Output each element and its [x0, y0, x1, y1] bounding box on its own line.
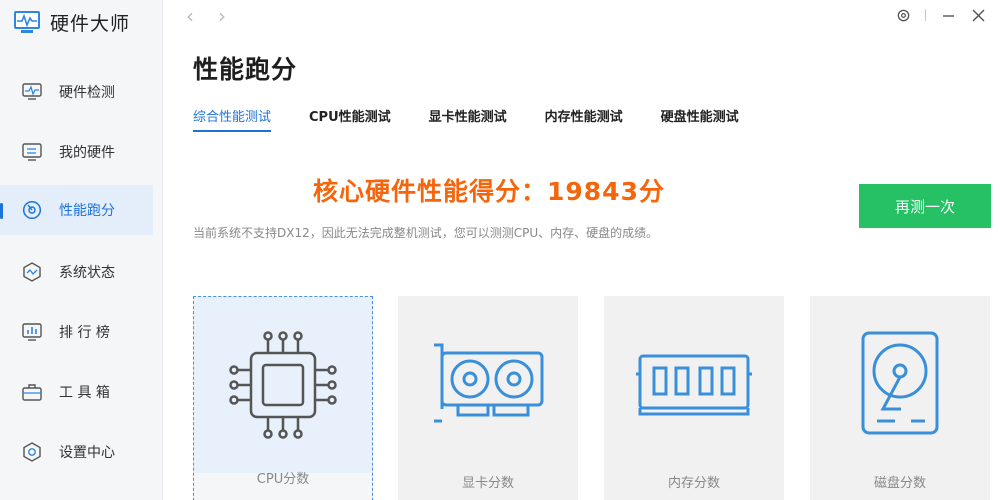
sidebar-item-ranking[interactable]: 排 行 榜 — [0, 307, 153, 357]
brand: 硬件大师 — [12, 4, 130, 40]
memory-stick-icon — [636, 354, 752, 416]
page-title: 性能跑分 — [193, 55, 298, 84]
toolbox-icon — [21, 381, 43, 403]
forward-arrow-icon[interactable]: › — [218, 6, 234, 26]
divider — [925, 9, 926, 21]
sidebar-item-system-status[interactable]: 系统状态 — [0, 247, 153, 297]
sidebar-item-benchmark[interactable]: 性能跑分 — [0, 185, 153, 235]
sidebar-item-label: 设置中心 — [59, 445, 115, 461]
memory-score-card[interactable]: 内存分数 — [604, 296, 784, 500]
minimize-icon[interactable] — [940, 6, 956, 24]
card-label: 显卡分数 — [461, 476, 514, 491]
tab-memory[interactable]: 内存性能测试 — [545, 106, 623, 132]
card-label: 内存分数 — [667, 476, 720, 491]
window-controls — [895, 6, 986, 24]
back-arrow-icon[interactable]: ‹ — [186, 6, 202, 26]
sidebar: 硬件大师 硬件检测 我的硬件 性能跑分 系统状态 排 行 榜 工 具 箱 设置中… — [0, 0, 163, 500]
sidebar-item-my-hardware[interactable]: 我的硬件 — [0, 127, 153, 177]
system-status-icon — [21, 261, 43, 283]
card-label: CPU分数 — [194, 473, 372, 500]
sidebar-item-label: 排 行 榜 — [59, 325, 110, 341]
sidebar-item-label: 我的硬件 — [59, 145, 115, 161]
hard-disk-icon — [861, 331, 939, 435]
sidebar-item-label: 硬件检测 — [59, 85, 115, 101]
tab-overall[interactable]: 综合性能测试 — [193, 106, 272, 132]
history-nav: ‹ › — [186, 6, 234, 26]
app-logo-icon — [14, 11, 40, 33]
retest-button[interactable]: 再测一次 — [859, 184, 991, 228]
graphics-card-icon — [434, 343, 544, 423]
speedometer-icon — [21, 199, 43, 221]
settings-hexagon-icon — [21, 441, 43, 463]
gpu-score-card[interactable]: 显卡分数 — [398, 296, 578, 500]
disk-score-card[interactable]: 磁盘分数 — [810, 296, 990, 500]
ranking-chart-icon — [21, 321, 43, 343]
monitor-pulse-icon — [21, 81, 43, 103]
hardware-list-icon — [21, 141, 43, 163]
close-icon[interactable] — [970, 6, 986, 24]
app-name: 硬件大师 — [50, 12, 131, 35]
cpu-chip-icon — [229, 331, 337, 439]
dx12-notice: 当前系统不支持DX12，因此无法完成整机测试，您可以测测CPU、内存、硬盘的成绩… — [193, 226, 659, 240]
sidebar-item-hardware-detect[interactable]: 硬件检测 — [0, 67, 153, 117]
score-headline: 核心硬件性能得分：19843分 — [313, 177, 665, 206]
tab-cpu[interactable]: CPU性能测试 — [309, 106, 391, 132]
sidebar-item-settings[interactable]: 设置中心 — [0, 427, 153, 477]
sidebar-item-label: 工 具 箱 — [59, 385, 110, 401]
tab-gpu[interactable]: 显卡性能测试 — [429, 106, 507, 132]
tab-disk[interactable]: 硬盘性能测试 — [661, 106, 739, 132]
sidebar-item-label: 系统状态 — [59, 265, 115, 281]
settings-gear-icon[interactable] — [895, 6, 911, 24]
card-label: 磁盘分数 — [873, 476, 926, 491]
sidebar-item-label: 性能跑分 — [59, 203, 115, 219]
benchmark-tabs: 综合性能测试 CPU性能测试 显卡性能测试 内存性能测试 硬盘性能测试 — [193, 106, 777, 132]
sidebar-item-toolbox[interactable]: 工 具 箱 — [0, 367, 153, 417]
cpu-score-card[interactable]: CPU分数 — [193, 296, 373, 500]
